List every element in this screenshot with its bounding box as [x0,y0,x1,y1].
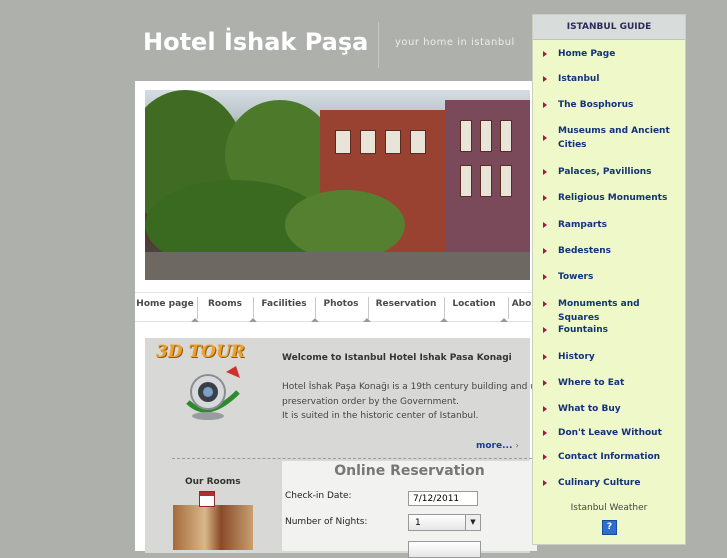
sidebar-item-label: Culinary Culture [558,478,641,488]
welcome-title: Welcome to Istanbul Hotel Ishak Pasa Kon… [282,353,512,363]
sidebar-item-label: The Bosphorus [558,100,634,110]
arrow-right-icon [543,76,547,82]
sidebar-item-label: Monuments and Squares [558,299,640,323]
nav-home[interactable]: Home page [135,293,195,321]
site-tagline: your home in istanbul [395,37,515,48]
arrow-right-icon [543,102,547,108]
sidebar-item-label: Fountains [558,325,609,335]
sidebar-item-label: Don't Leave Without [558,428,662,438]
photo-tree [285,190,405,260]
sidebar-item-label: Istanbul [558,74,600,84]
arrow-right-icon [543,169,547,175]
chevron-down-icon: ▼ [465,515,480,530]
weather-label: Istanbul Weather [570,503,648,513]
arrow-right-icon [543,248,547,254]
arrow-right-icon [543,454,547,460]
site-title: Hotel İshak Paşa [143,28,369,56]
extra-select[interactable] [408,541,481,558]
arrow-right-icon [543,51,547,57]
nav-rooms[interactable]: Rooms [197,293,253,321]
sidebar-title: ISTANBUL GUIDE [533,15,685,40]
nav-photos[interactable]: Photos [315,293,367,321]
checkin-date-input[interactable]: 7/12/2011 [408,491,478,506]
nav-about[interactable]: Abo [508,293,535,321]
rooms-title: Our Rooms [185,477,241,487]
3d-tour-link[interactable]: 3D TOUR [150,342,255,422]
sidebar-item-label: History [558,352,595,362]
arrow-right-icon [543,195,547,201]
arrow-right-icon [543,354,547,360]
sidebar-item-label: Religious Monuments [558,193,668,203]
nav-reservation[interactable]: Reservation [368,293,444,321]
welcome-text-3: It is suited in the historic center of I… [282,411,479,421]
more-link[interactable]: more... › [476,441,519,451]
arrow-right-icon [543,430,547,436]
nights-value: 1 [415,518,421,528]
arrow-right-icon [543,380,547,386]
nav-location[interactable]: Location [444,293,504,321]
arrow-right-icon [543,480,547,486]
sidebar-item-label: Bedestens [558,246,612,256]
room-photo[interactable] [173,505,253,550]
arrow-right-icon: › [515,441,519,450]
photo-street [145,252,530,280]
sidebar-item-label: Where to Eat [558,378,625,388]
help-icon[interactable]: ? [602,520,617,535]
arrow-right-icon [543,301,547,307]
calendar-icon[interactable] [199,491,215,507]
nights-label: Number of Nights: [285,517,368,527]
sidebar-item-label: Home Page [558,49,616,59]
arrow-right-icon [543,406,547,412]
3d-tour-label: 3D TOUR [156,342,245,362]
more-label: more... [476,441,513,451]
header-divider [378,22,379,68]
arrow-right-icon [543,135,547,141]
istanbul-guide-sidebar: ISTANBUL GUIDE Home Page Istanbul The Bo… [532,14,686,545]
reservation-title: Online Reservation [334,463,485,479]
sidebar-item-label: What to Buy [558,404,621,414]
arrow-right-icon [543,327,547,333]
hotel-photo [145,90,530,280]
sidebar-item-label: Palaces, Pavillions [558,167,652,177]
main-nav: Home page Rooms Facilities Photos Reserv… [135,292,535,322]
checkin-label: Check-in Date: [285,491,352,501]
welcome-text-1: Hotel İshak Paşa Konağı is a 19th centur… [282,382,542,392]
nights-select[interactable]: 1 ▼ [408,514,481,531]
sidebar-item-label: Museums and Ancient Cities [558,126,670,150]
webcam-icon [186,366,240,420]
reservation-form: Online Reservation Check-in Date: 7/12/2… [282,461,537,558]
sidebar-item-label: Contact Information [558,452,661,462]
divider [172,458,532,459]
sidebar-item-label: Ramparts [558,220,607,230]
arrow-right-icon [543,274,547,280]
arrow-right-icon [543,222,547,228]
welcome-text-2: preservation order by the Government. [282,397,459,407]
sidebar-item-label: Towers [558,272,594,282]
nav-facilities[interactable]: Facilities [253,293,315,321]
